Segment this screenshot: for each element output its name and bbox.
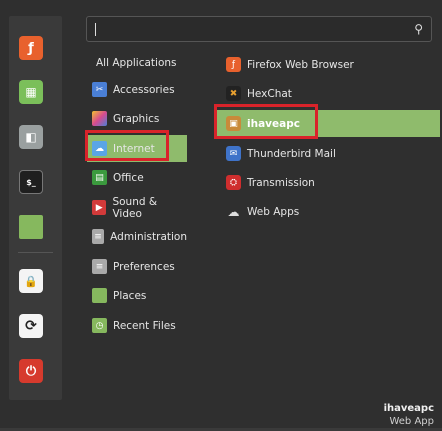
app-firefox-web-browser[interactable]: ƒ Firefox Web Browser: [216, 51, 440, 78]
description-detail: Web App: [389, 416, 434, 427]
category-label: Office: [113, 171, 144, 184]
logout-button[interactable]: ⟳: [19, 314, 43, 338]
category-office[interactable]: ▤ Office: [87, 164, 187, 191]
app-label: Firefox Web Browser: [247, 58, 354, 71]
category-label: Recent Files: [113, 319, 176, 332]
places-folder-icon: [92, 288, 107, 303]
description-name: ihaveapc: [383, 403, 434, 414]
logout-icon: ⟳: [25, 318, 37, 334]
app-thunderbird-mail[interactable]: ✉ Thunderbird Mail: [216, 140, 440, 167]
highlight-box-ihaveapc: [214, 104, 318, 139]
highlight-box-internet: [85, 130, 169, 161]
category-label: Places: [113, 289, 147, 302]
category-sound-video[interactable]: ▶ Sound & Video: [87, 194, 187, 221]
lock-screen-button[interactable]: 🔒: [19, 269, 43, 293]
category-accessories[interactable]: ✂ Accessories: [87, 76, 187, 103]
grid-apps-icon: ▦: [25, 85, 37, 99]
category-label: Administration: [110, 230, 187, 243]
sidebar-separator: [18, 252, 53, 253]
search-input[interactable]: [97, 20, 401, 40]
search-box[interactable]: ⚲: [86, 16, 432, 42]
office-icon: ▤: [92, 170, 107, 185]
app-transmission[interactable]: ⛭ Transmission: [216, 169, 440, 196]
preferences-icon: ≡: [92, 259, 107, 274]
application-menu: ƒ ▦ ◧ $_ 🔒 ⟳ ⏻ ⚲ All Applications ✂ Acces…: [0, 0, 442, 431]
text-cursor: [95, 23, 96, 36]
toggle-settings-icon: ◧: [25, 130, 37, 144]
category-administration[interactable]: ≡ Administration: [87, 223, 187, 250]
lock-icon: 🔒: [24, 274, 38, 288]
app-web-apps[interactable]: ☁ Web Apps: [216, 198, 440, 225]
category-all-applications[interactable]: All Applications: [87, 49, 196, 76]
app-label: Web Apps: [247, 205, 300, 218]
favorite-settings-button[interactable]: ◧: [19, 125, 43, 149]
power-icon: ⏻: [25, 363, 37, 379]
app-label: Thunderbird Mail: [247, 147, 336, 160]
category-label: All Applications: [96, 56, 177, 69]
category-places[interactable]: Places: [87, 282, 187, 309]
app-description: ihaveapc Web App: [384, 402, 434, 428]
graphics-icon: [92, 111, 107, 126]
search-icon: ⚲: [414, 22, 423, 36]
accessories-icon: ✂: [92, 82, 107, 97]
favorite-software-manager-button[interactable]: ▦: [19, 80, 43, 104]
category-graphics[interactable]: Graphics: [87, 105, 187, 132]
favorites-sidebar: ƒ ▦ ◧ $_ 🔒 ⟳ ⏻: [9, 16, 62, 400]
category-recent-files[interactable]: ◷ Recent Files: [87, 312, 187, 339]
transmission-icon: ⛭: [226, 175, 241, 190]
firefox-icon: ƒ: [226, 57, 241, 72]
favorite-files-button[interactable]: [19, 215, 43, 239]
app-hexchat[interactable]: ✖ HexChat: [216, 80, 440, 107]
favorite-terminal-button[interactable]: $_: [19, 170, 43, 194]
hexchat-icon: ✖: [226, 86, 241, 101]
firefox-icon: ƒ: [28, 40, 34, 56]
category-label: Sound & Video: [112, 195, 158, 220]
category-preferences[interactable]: ≡ Preferences: [87, 253, 187, 280]
webapps-icon: ☁: [227, 204, 240, 219]
admin-icon: ≡: [92, 229, 105, 244]
thunderbird-icon: ✉: [226, 146, 241, 161]
terminal-icon: $_: [26, 177, 36, 187]
category-label: Accessories: [113, 83, 175, 96]
category-label: Graphics: [113, 112, 160, 125]
app-label: HexChat: [247, 87, 292, 100]
shutdown-button[interactable]: ⏻: [19, 359, 43, 383]
favorite-firefox-button[interactable]: ƒ: [19, 36, 43, 60]
play-icon: ▶: [92, 200, 107, 215]
recent-folder-icon: ◷: [92, 318, 107, 333]
app-label: Transmission: [247, 176, 315, 189]
category-label: Preferences: [113, 260, 175, 273]
